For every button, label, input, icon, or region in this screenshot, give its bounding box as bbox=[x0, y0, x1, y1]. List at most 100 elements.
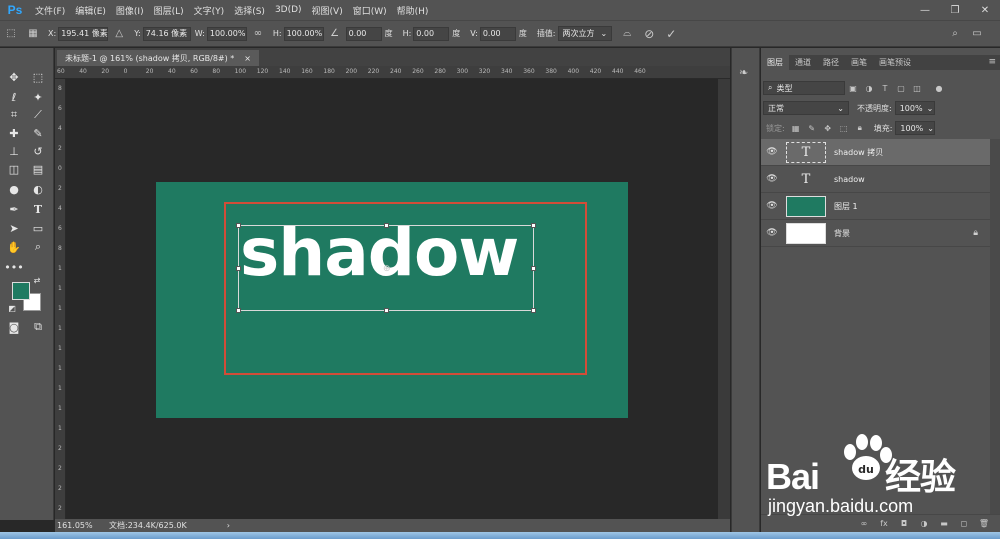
healing-brush-tool-icon[interactable]: ✚ bbox=[4, 124, 24, 142]
transform-center-icon[interactable]: ⊕ bbox=[383, 264, 391, 274]
filter-pixel-icon[interactable]: ▣ bbox=[847, 82, 859, 94]
quick-mask-icon[interactable]: ◙ bbox=[4, 318, 24, 336]
document-canvas[interactable]: shadow ⊕ bbox=[156, 182, 628, 418]
history-brush-tool-icon[interactable]: ↺ bbox=[28, 142, 48, 160]
menu-edit[interactable]: 编辑(E) bbox=[70, 4, 111, 17]
transform-handle-top-left[interactable] bbox=[236, 223, 241, 228]
y-field[interactable]: 74.16 像素 bbox=[142, 26, 191, 41]
foreground-color-swatch[interactable] bbox=[12, 282, 30, 300]
canvas-work-area[interactable]: shadow ⊕ bbox=[66, 79, 718, 519]
close-tab-icon[interactable]: × bbox=[244, 54, 251, 63]
panel-menu-icon[interactable]: ≡ bbox=[988, 57, 996, 67]
lock-position-icon[interactable]: ✥ bbox=[822, 122, 834, 134]
menu-window[interactable]: 窗口(W) bbox=[348, 4, 392, 17]
menu-view[interactable]: 视图(V) bbox=[307, 4, 348, 17]
transform-handle-bottom[interactable] bbox=[384, 308, 389, 313]
path-selection-tool-icon[interactable]: ➤ bbox=[4, 219, 24, 237]
zoom-tool-icon[interactable]: ⌕ bbox=[28, 238, 48, 256]
menu-image[interactable]: 图像(I) bbox=[111, 4, 149, 17]
zoom-level[interactable]: 161.05% bbox=[55, 521, 95, 530]
more-tools-icon[interactable]: ••• bbox=[4, 258, 24, 276]
brush-tool-icon[interactable]: ✎ bbox=[28, 124, 48, 142]
lock-transparent-icon[interactable]: ▦ bbox=[790, 122, 802, 134]
cancel-transform-button[interactable]: ⊘ bbox=[640, 25, 658, 43]
tab-layers[interactable]: 图层 bbox=[761, 55, 789, 70]
layer-row-shadow[interactable]: 👁︎ T shadow bbox=[761, 166, 990, 193]
pen-tool-icon[interactable]: ✒ bbox=[4, 200, 24, 218]
tab-paths[interactable]: 路径 bbox=[817, 55, 845, 70]
move-tool-icon[interactable]: ✥ bbox=[4, 68, 24, 86]
screen-mode-icon[interactable]: ⧉ bbox=[28, 318, 48, 336]
transform-handle-right[interactable] bbox=[531, 266, 536, 271]
menu-3d[interactable]: 3D(D) bbox=[270, 5, 307, 15]
fill-field[interactable]: 100% ⌄ bbox=[895, 121, 936, 135]
type-tool-icon[interactable]: T bbox=[28, 200, 48, 218]
blur-tool-icon[interactable]: ● bbox=[4, 180, 24, 198]
hand-tool-icon[interactable]: ✋ bbox=[4, 238, 24, 256]
transform-bounding-box[interactable]: ⊕ bbox=[236, 223, 536, 313]
filter-shape-icon[interactable]: ▢ bbox=[895, 82, 907, 94]
ruler-left[interactable]: 8 6 4 2 0 2 4 6 8 1 1 1 1 1 1 1 1 1 2 2 2 2 bbox=[55, 79, 66, 519]
transform-handle-top-right[interactable] bbox=[531, 223, 536, 228]
visibility-eye-icon[interactable]: 👁︎ bbox=[761, 147, 783, 157]
menu-layer[interactable]: 图层(L) bbox=[149, 4, 189, 17]
layer-row-background[interactable]: 👁︎ 背景 🔒︎ bbox=[761, 220, 990, 247]
ruler-top[interactable]: 60 40 20 0 20 40 60 80 100 120 140 160 180 200 220 240 2… bbox=[55, 66, 730, 79]
status-menu-arrow[interactable]: › bbox=[227, 521, 230, 530]
link-icon[interactable]: ∞ bbox=[249, 25, 267, 43]
filter-type-icon[interactable]: T bbox=[879, 82, 891, 94]
eraser-tool-icon[interactable]: ◫ bbox=[4, 160, 24, 178]
transform-handle-top[interactable] bbox=[384, 223, 389, 228]
menu-file[interactable]: 文件(F) bbox=[30, 4, 70, 17]
filter-smart-object-icon[interactable]: ◫ bbox=[911, 82, 923, 94]
angle-field[interactable]: 0.00 bbox=[345, 26, 382, 41]
menu-help[interactable]: 帮助(H) bbox=[392, 4, 434, 17]
transform-handle-bottom-right[interactable] bbox=[531, 308, 536, 313]
trash-icon[interactable]: 🗑︎ bbox=[974, 519, 994, 528]
filter-adjustment-icon[interactable]: ◑ bbox=[863, 82, 875, 94]
restore-button[interactable]: ❐ bbox=[940, 0, 970, 20]
relative-position-icon[interactable]: △ bbox=[110, 25, 128, 43]
v-skew-field[interactable]: 0.00 bbox=[479, 26, 516, 41]
visibility-eye-icon[interactable]: 👁︎ bbox=[761, 228, 783, 238]
visibility-eye-icon[interactable]: 👁︎ bbox=[761, 201, 783, 211]
blend-mode-select[interactable]: 正常 ⌄ bbox=[763, 101, 849, 115]
tab-brush-presets[interactable]: 画笔预设 bbox=[873, 55, 917, 70]
new-layer-icon[interactable]: ◻ bbox=[954, 519, 974, 528]
menu-type[interactable]: 文字(Y) bbox=[189, 4, 230, 17]
layer-row-shadow-copy[interactable]: 👁︎ T shadow 拷贝 bbox=[761, 139, 990, 166]
close-button[interactable]: ✕ bbox=[970, 0, 1000, 20]
tab-channels[interactable]: 通道 bbox=[789, 55, 817, 70]
default-colors-icon[interactable]: ◩ bbox=[6, 302, 18, 314]
search-icon[interactable]: ⌕ bbox=[946, 25, 964, 43]
commit-transform-button[interactable]: ✓ bbox=[662, 25, 680, 43]
transform-handle-left[interactable] bbox=[236, 266, 241, 271]
warp-mode-icon[interactable]: ⌓ bbox=[618, 25, 636, 43]
transform-tool-preset-icon[interactable]: ⬚ bbox=[2, 25, 20, 43]
eyedropper-tool-icon[interactable]: ⟋ bbox=[28, 106, 48, 124]
new-group-icon[interactable]: ▬ bbox=[934, 519, 954, 528]
swap-colors-icon[interactable]: ⇄ bbox=[30, 274, 44, 286]
layer-row-layer-1[interactable]: 👁︎ 图层 1 bbox=[761, 193, 990, 220]
workspace-icon[interactable]: ▭ bbox=[968, 25, 986, 43]
lock-image-icon[interactable]: ✎ bbox=[806, 122, 818, 134]
width-field[interactable]: 100.00% bbox=[206, 26, 247, 41]
layer-filter-select[interactable]: ⌕ 类型 bbox=[763, 81, 845, 95]
lasso-tool-icon[interactable]: ℓ bbox=[4, 88, 24, 106]
adjustment-layer-icon[interactable]: ◑ bbox=[914, 519, 934, 528]
vertical-scrollbar[interactable] bbox=[718, 79, 730, 519]
tab-brush[interactable]: 画笔 bbox=[845, 55, 873, 70]
visibility-eye-icon[interactable]: 👁︎ bbox=[761, 174, 783, 184]
transform-handle-bottom-left[interactable] bbox=[236, 308, 241, 313]
menu-select[interactable]: 选择(S) bbox=[229, 4, 270, 17]
x-field[interactable]: 195.41 像素 bbox=[58, 26, 109, 41]
document-tab[interactable]: 未标题-1 @ 161% (shadow 拷贝, RGB/8#) * × bbox=[57, 50, 259, 66]
filter-toggle-icon[interactable]: ● bbox=[933, 82, 945, 94]
lock-all-icon[interactable]: 🔒︎ bbox=[854, 122, 866, 134]
h-skew-field[interactable]: 0.00 bbox=[413, 26, 450, 41]
dodge-tool-icon[interactable]: ◐ bbox=[28, 180, 48, 198]
gradient-tool-icon[interactable]: ▤ bbox=[28, 160, 48, 178]
reference-point-icon[interactable]: ▦ bbox=[24, 25, 42, 43]
link-layers-icon[interactable]: ∞ bbox=[854, 519, 874, 528]
minimize-button[interactable]: — bbox=[910, 0, 940, 20]
